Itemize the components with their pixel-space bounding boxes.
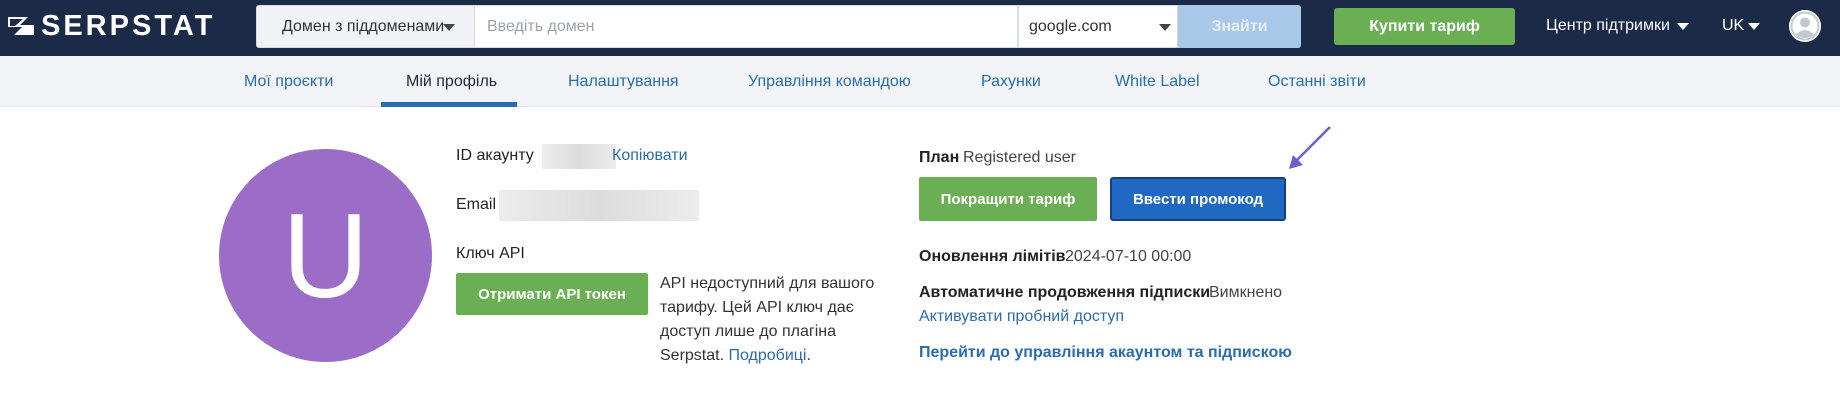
plan-value: Registered user bbox=[963, 149, 1076, 166]
serpstat-logo[interactable]: SERPSTAT bbox=[6, 9, 216, 42]
chevron-down-icon bbox=[1676, 22, 1689, 30]
chevron-down-icon bbox=[443, 24, 455, 31]
domain-search-input[interactable] bbox=[475, 5, 1018, 48]
profile-tabs: Мої проєкти Мій профіль Налаштування Упр… bbox=[0, 56, 1840, 107]
activate-trial-link[interactable]: Активувати пробний доступ bbox=[919, 308, 1124, 326]
plan-label: План bbox=[919, 149, 960, 166]
get-api-token-button[interactable]: Отримати API токен bbox=[456, 273, 648, 315]
find-button[interactable]: Знайти bbox=[1178, 5, 1301, 48]
account-id-value bbox=[542, 144, 616, 169]
search-engine-value: google.com bbox=[1029, 17, 1112, 35]
tab-team-management[interactable]: Управління командою bbox=[748, 56, 911, 107]
profile-avatar: U bbox=[219, 149, 432, 362]
email-value bbox=[499, 190, 699, 221]
top-header: SERPSTAT Домен з піддоменами google.com … bbox=[0, 0, 1840, 56]
api-details-link[interactable]: Подробиці bbox=[728, 347, 806, 364]
annotation-arrow-icon bbox=[1289, 126, 1331, 169]
chevron-down-icon bbox=[1748, 22, 1761, 30]
api-note: API недоступний для вашого тарифу. Цей A… bbox=[660, 275, 875, 364]
chevron-down-icon bbox=[1159, 24, 1171, 31]
manage-account-link[interactable]: Перейти до управління акаунтом та підпис… bbox=[919, 344, 1292, 362]
account-id-label: ID акаунту bbox=[456, 147, 534, 164]
api-key-label: Ключ API bbox=[456, 245, 525, 262]
search-engine-select[interactable]: google.com bbox=[1018, 5, 1178, 48]
limits-label: Оновлення лімітів bbox=[919, 248, 1066, 265]
tab-my-profile[interactable]: Мій профіль bbox=[406, 56, 497, 107]
search-scope-value: Домен з піддоменами bbox=[282, 17, 445, 35]
logo-text: SERPSTAT bbox=[41, 9, 216, 42]
tab-invoices[interactable]: Рахунки bbox=[981, 56, 1041, 107]
enter-promo-code-button[interactable]: Ввести промокод bbox=[1110, 177, 1286, 221]
active-tab-indicator bbox=[381, 102, 517, 107]
user-avatar-icon[interactable] bbox=[1789, 10, 1821, 42]
buy-plan-button[interactable]: Купити тариф bbox=[1334, 8, 1515, 45]
support-center-menu[interactable]: Центр підтримки bbox=[1546, 15, 1689, 37]
language-select[interactable]: UK bbox=[1722, 15, 1761, 37]
search-bar: Домен з піддоменами google.com Знайти bbox=[256, 5, 1301, 48]
tab-white-label[interactable]: White Label bbox=[1115, 56, 1200, 107]
copy-account-id-link[interactable]: Копіювати bbox=[612, 147, 688, 165]
tab-my-projects[interactable]: Мої проєкти bbox=[244, 56, 333, 107]
serpstat-logo-icon bbox=[8, 17, 34, 35]
tab-recent-reports[interactable]: Останні звіти bbox=[1268, 56, 1366, 107]
autorenew-label: Автоматичне продовження підписки bbox=[919, 284, 1211, 301]
autorenew-value: Вимкнено bbox=[1209, 284, 1283, 301]
support-center-label: Центр підтримки bbox=[1546, 17, 1670, 34]
language-label: UK bbox=[1722, 17, 1745, 34]
limits-value: 2024-07-10 00:00 bbox=[1065, 248, 1192, 265]
upgrade-plan-button[interactable]: Покращити тариф bbox=[919, 177, 1097, 221]
tab-settings[interactable]: Налаштування bbox=[568, 56, 679, 107]
search-scope-select[interactable]: Домен з піддоменами bbox=[256, 5, 475, 48]
email-label: Email bbox=[456, 196, 497, 213]
